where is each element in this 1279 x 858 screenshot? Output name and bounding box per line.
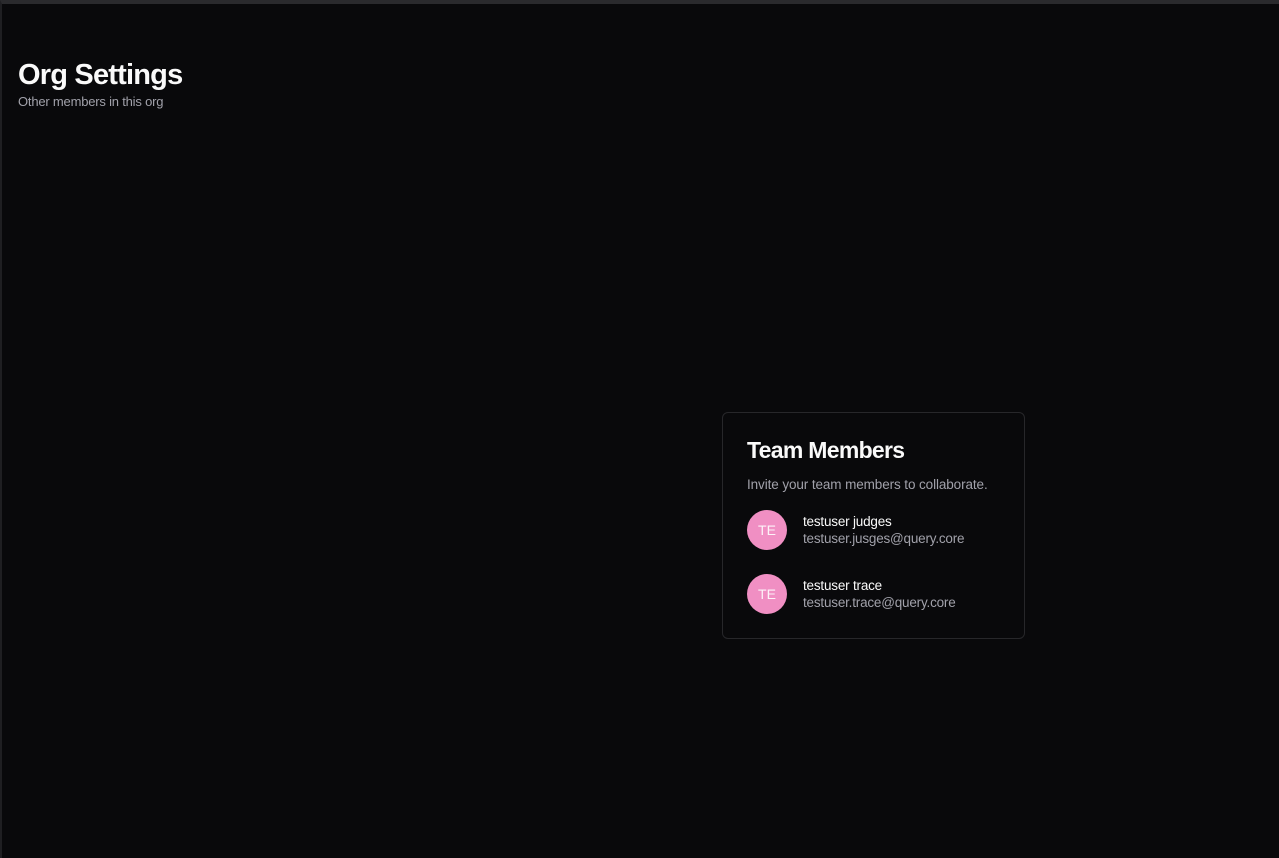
member-name: testuser trace [803,578,882,593]
avatar: TE [747,574,787,614]
member-email: testuser.jusges@query.core [803,531,965,546]
team-members-card: Team Members Invite your team members to… [722,412,1025,639]
app-window: Org Settings Other members in this org T… [0,0,1279,858]
card-description: Invite your team members to collaborate. [747,477,988,492]
page-title: Org Settings [18,59,183,91]
member-info: testuser judges testuser.jusges@query.co… [803,513,965,547]
member-row: TE testuser judges testuser.jusges@query… [747,510,1000,550]
member-list: TE testuser judges testuser.jusges@query… [747,510,1000,614]
card-title: Team Members [747,437,905,463]
avatar: TE [747,510,787,550]
member-row: TE testuser trace testuser.trace@query.c… [747,574,1000,614]
member-email: testuser.trace@query.core [803,595,956,610]
page-header: Org Settings Other members in this org [18,58,183,110]
member-info: testuser trace testuser.trace@query.core [803,577,956,611]
member-name: testuser judges [803,514,892,529]
page-subtitle: Other members in this org [18,94,164,109]
